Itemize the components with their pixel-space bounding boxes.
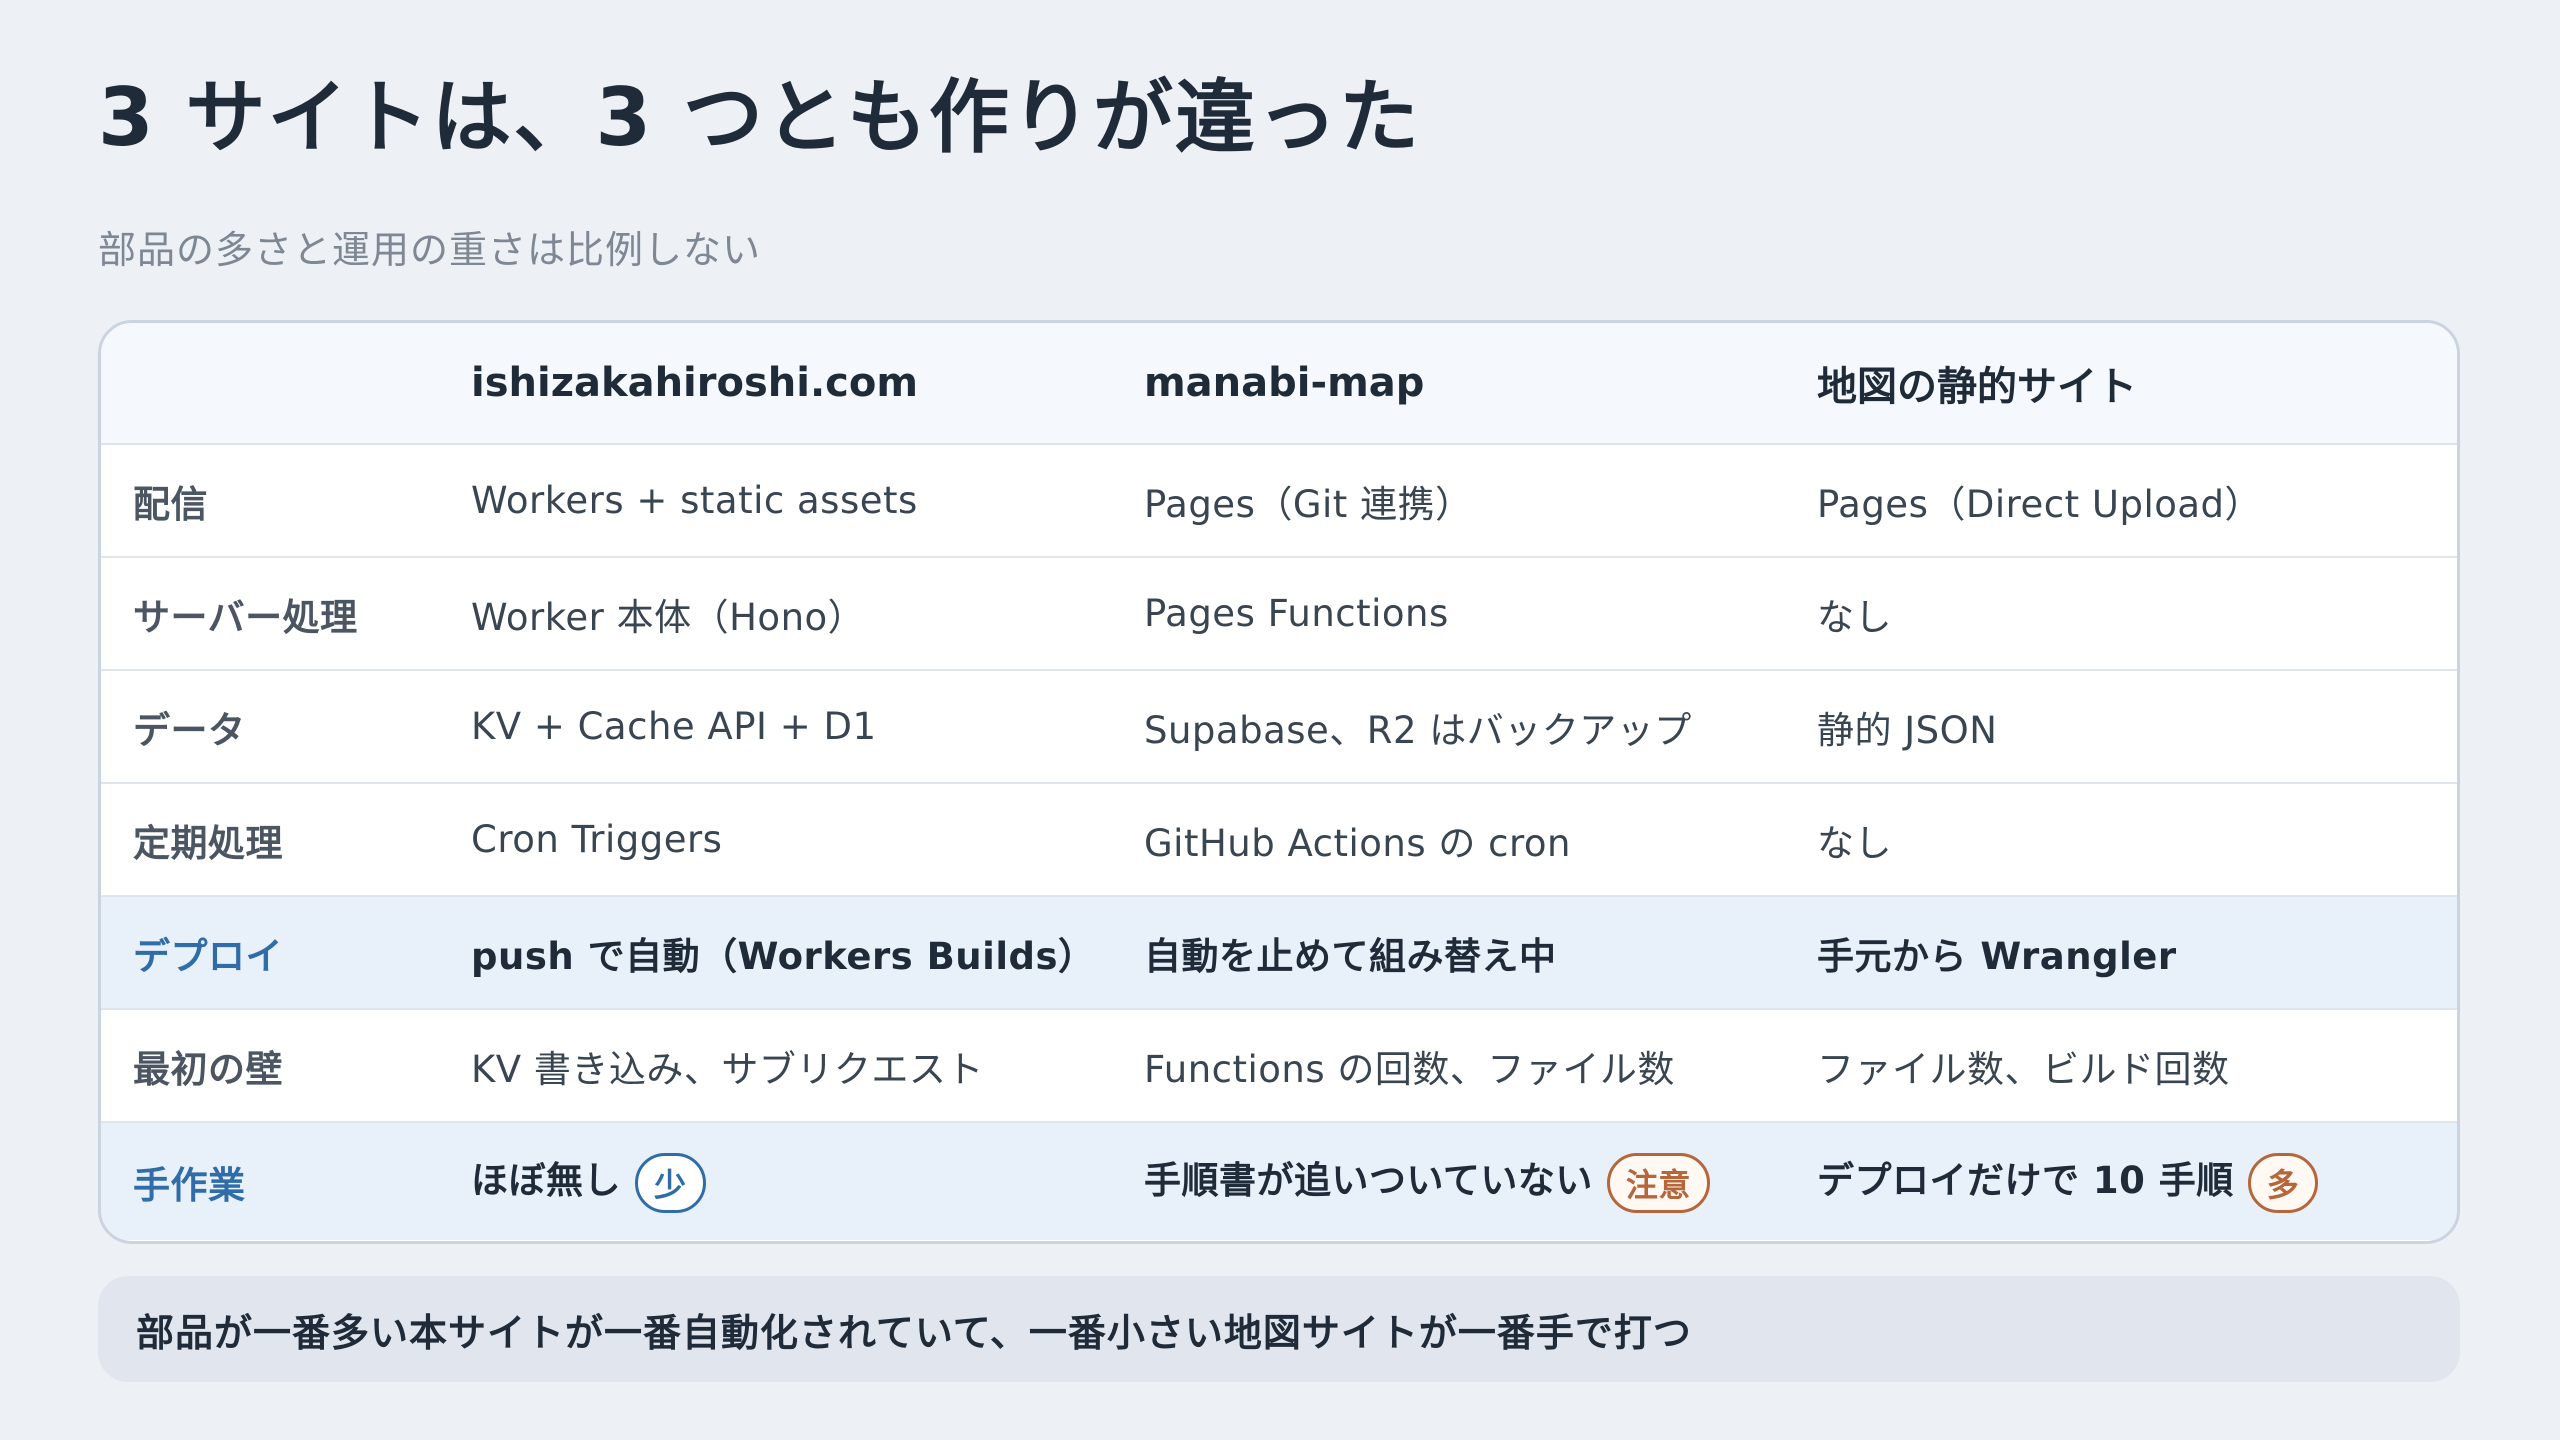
cell-text: 手順書が追いついていない xyxy=(1144,1159,1593,1203)
table-cell: デプロイだけで 10 手順多 xyxy=(1817,1122,2457,1240)
summary-note: 部品が一番多い本サイトが一番自動化されていて、一番小さい地図サイトが一番手で打つ xyxy=(98,1276,2460,1382)
table-cell: Pages（Direct Upload） xyxy=(1817,482,2263,526)
row-label: データ xyxy=(133,708,246,752)
header-site-static-map: 地図の静的サイト xyxy=(1817,323,2457,445)
table-row-data: データ KV + Cache API + D1 Supabase、R2 はバック… xyxy=(101,670,2457,783)
header-site-ishizakahiroshi: ishizakahiroshi.com xyxy=(471,323,1144,445)
table-cell: Worker 本体（Hono） xyxy=(471,595,866,639)
row-label: 手作業 xyxy=(133,1163,246,1207)
table-cell: 手順書が追いついていない 注意 xyxy=(1144,1122,1817,1240)
table-row-scheduled-jobs: 定期処理 Cron Triggers GitHub Actions の cron… xyxy=(101,783,2457,896)
row-label: 最初の壁 xyxy=(133,1047,283,1091)
table-cell: Functions の回数、ファイル数 xyxy=(1144,1047,1675,1091)
table-cell: 自動を止めて組み替え中 xyxy=(1144,934,1557,978)
comparison-table: ishizakahiroshi.com manabi-map 地図の静的サイト … xyxy=(101,323,2457,1240)
table-cell: なし xyxy=(1817,821,1892,865)
table-cell: Cron Triggers xyxy=(471,818,723,861)
cell-text: デプロイだけで 10 手順 xyxy=(1817,1159,2234,1203)
slide-title: 3 サイトは、3 つとも作りが違った xyxy=(98,71,1422,164)
table-cell: ほぼ無し少 xyxy=(471,1122,1144,1240)
badge-low: 少 xyxy=(635,1152,706,1213)
header-site-manabi-map: manabi-map xyxy=(1144,323,1817,445)
table-row-deploy: デプロイ push で自動（Workers Builds） 自動を止めて組み替え… xyxy=(101,896,2457,1009)
table-row-server-processing: サーバー処理 Worker 本体（Hono） Pages Functions な… xyxy=(101,557,2457,670)
table-cell: なし xyxy=(1817,595,1892,639)
table-row-first-wall: 最初の壁 KV 書き込み、サブリクエスト Functions の回数、ファイル数… xyxy=(101,1009,2457,1122)
table-cell: push で自動（Workers Builds） xyxy=(471,934,1096,978)
cell-text: ほぼ無し xyxy=(471,1159,621,1203)
table-row-delivery: 配信 Workers + static assets Pages（Git 連携）… xyxy=(101,444,2457,557)
row-label: サーバー処理 xyxy=(133,595,358,639)
header-cell-empty xyxy=(101,323,471,445)
table-cell: GitHub Actions の cron xyxy=(1144,821,1571,865)
table-cell: ファイル数、ビルド回数 xyxy=(1817,1047,2230,1091)
badge-caution: 注意 xyxy=(1606,1152,1710,1213)
row-label: 定期処理 xyxy=(133,821,283,865)
table-cell: 手元から Wrangler xyxy=(1817,934,2177,978)
table-cell: Workers + static assets xyxy=(471,479,918,522)
badge-many: 多 xyxy=(2247,1152,2319,1213)
slide-subtitle: 部品の多さと運用の重さは比例しない xyxy=(98,228,762,272)
table-cell: Pages（Git 連携） xyxy=(1144,482,1473,526)
table-cell: KV + Cache API + D1 xyxy=(471,705,877,748)
row-label: デプロイ xyxy=(133,934,283,978)
table-header-row: ishizakahiroshi.com manabi-map 地図の静的サイト xyxy=(101,323,2457,445)
comparison-table-card: ishizakahiroshi.com manabi-map 地図の静的サイト … xyxy=(98,320,2460,1244)
row-label: 配信 xyxy=(133,482,208,526)
table-cell: Supabase、R2 はバックアップ xyxy=(1144,708,1692,752)
table-cell: 静的 JSON xyxy=(1817,708,1998,752)
table-cell: KV 書き込み、サブリクエスト xyxy=(471,1047,984,1091)
table-cell: Pages Functions xyxy=(1144,592,1449,635)
table-row-manual-work: 手作業 ほぼ無し少 手順書が追いついていない 注意 デプロイだけで 10 手順多 xyxy=(101,1122,2457,1240)
